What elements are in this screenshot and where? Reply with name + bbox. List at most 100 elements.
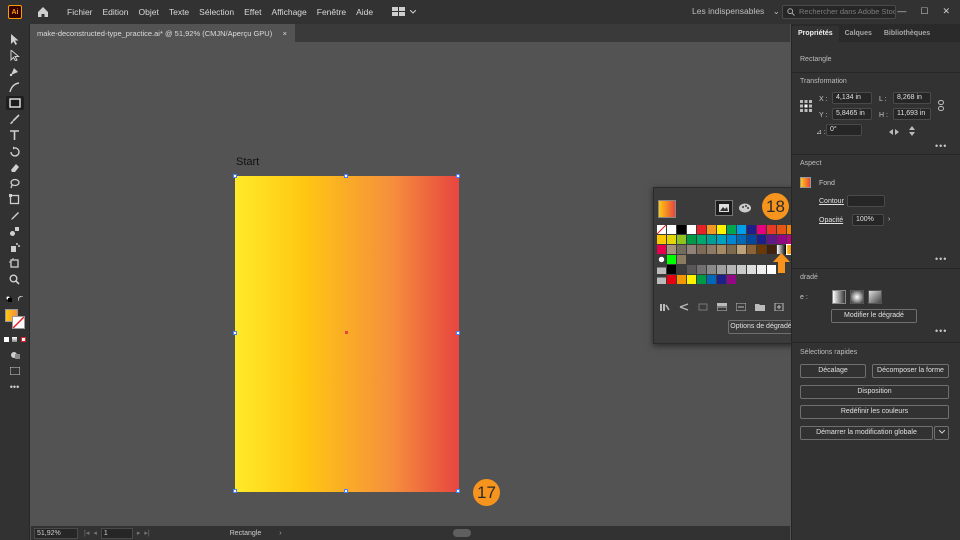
flip-vertical-icon[interactable] <box>908 126 916 136</box>
fill-stroke-swatch[interactable] <box>4 308 26 330</box>
color-swatch[interactable] <box>707 245 716 254</box>
color-swatch[interactable] <box>707 235 716 244</box>
color-swatch[interactable] <box>697 225 706 234</box>
color-swatch[interactable] <box>717 265 726 274</box>
menu-affichage[interactable]: Affichage <box>266 7 311 17</box>
radial-gradient-button[interactable] <box>850 290 864 304</box>
add-selected-colors-icon[interactable] <box>736 303 746 311</box>
eyedropper-tool-icon[interactable] <box>6 208 24 222</box>
angle-field[interactable]: 0° <box>826 124 862 136</box>
color-swatch[interactable] <box>727 235 736 244</box>
color-swatch[interactable] <box>697 265 706 274</box>
screen-mode-icon[interactable] <box>6 364 24 378</box>
menu-aide[interactable]: Aide <box>351 7 378 17</box>
rotate-tool-icon[interactable] <box>6 144 24 158</box>
status-menu-icon[interactable]: › <box>279 530 281 537</box>
color-swatch[interactable] <box>727 275 736 284</box>
more-transform-options[interactable]: ••• <box>935 141 947 151</box>
color-swatch[interactable] <box>777 235 786 244</box>
gradient-options-button[interactable]: Options de dégradé <box>728 320 794 334</box>
default-colors-icon[interactable] <box>5 292 24 306</box>
stock-search-input[interactable]: Rechercher dans Adobe Stock <box>782 5 896 19</box>
last-artboard-icon[interactable]: ▸| <box>144 529 149 537</box>
eraser-tool-icon[interactable] <box>6 160 24 174</box>
color-group-icon[interactable] <box>717 303 727 311</box>
color-swatch[interactable] <box>747 245 756 254</box>
color-swatch[interactable] <box>687 235 696 244</box>
horizontal-scrollbar[interactable] <box>453 529 471 537</box>
global-edit-dropdown[interactable] <box>934 426 949 440</box>
recolor-button[interactable]: Redéfinir les couleurs <box>800 405 949 419</box>
swatch-libraries-menu-icon[interactable] <box>660 303 670 311</box>
color-swatch[interactable] <box>717 235 726 244</box>
height-field[interactable]: 11,693 in <box>893 108 931 120</box>
blend-tool-icon[interactable] <box>6 224 24 238</box>
zoom-tool-icon[interactable] <box>6 272 24 286</box>
type-tool-icon[interactable] <box>6 128 24 142</box>
color-swatch[interactable] <box>657 245 666 254</box>
color-swatch[interactable] <box>677 265 686 274</box>
color-swatch[interactable] <box>717 245 726 254</box>
more-tools-icon[interactable]: ••• <box>6 380 24 394</box>
color-swatch[interactable] <box>657 255 666 264</box>
menu-texte[interactable]: Texte <box>164 7 194 17</box>
color-swatch[interactable] <box>737 245 746 254</box>
color-swatch[interactable] <box>767 225 776 234</box>
edit-gradient-button[interactable]: Modifier le dégradé <box>831 309 917 323</box>
color-swatch[interactable] <box>757 235 766 244</box>
color-swatch[interactable] <box>777 225 786 234</box>
menu-selection[interactable]: Sélection <box>194 7 239 17</box>
tab-libraries[interactable]: Bibliothèques <box>878 26 936 42</box>
show-swatch-kinds-icon[interactable] <box>679 303 689 311</box>
color-swatch[interactable] <box>687 225 696 234</box>
previous-artboard-icon[interactable]: ◂ <box>93 529 97 537</box>
color-swatch[interactable] <box>667 275 676 284</box>
color-swatch[interactable] <box>697 235 706 244</box>
color-swatch[interactable] <box>687 245 696 254</box>
color-swatch[interactable] <box>657 225 666 234</box>
color-swatch[interactable] <box>757 245 766 254</box>
next-artboard-icon[interactable]: ▸ <box>137 529 141 537</box>
fill-color-swatch[interactable] <box>800 177 811 188</box>
lasso-tool-icon[interactable] <box>6 176 24 190</box>
pen-tool-icon[interactable] <box>6 64 24 78</box>
color-swatch[interactable] <box>707 275 716 284</box>
color-swatch[interactable] <box>767 235 776 244</box>
more-appearance-options[interactable]: ••• <box>935 254 947 264</box>
artboard-tool-icon[interactable] <box>6 256 24 270</box>
tab-properties[interactable]: Propriétés <box>792 26 839 42</box>
color-swatch[interactable] <box>747 225 756 234</box>
artboard-number-field[interactable]: 1 <box>100 527 133 539</box>
color-swatch[interactable] <box>657 235 666 244</box>
document-tab[interactable]: make-deconstructed-type_practice.ai* @ 5… <box>31 24 295 42</box>
maximize-button[interactable]: ☐ <box>920 6 928 17</box>
selection-handle[interactable] <box>344 489 348 493</box>
color-swatch[interactable] <box>667 265 676 274</box>
close-tab-icon[interactable]: × <box>283 29 287 38</box>
swatch-options-icon[interactable] <box>698 303 708 311</box>
color-swatch[interactable] <box>757 265 766 274</box>
reference-point-icon[interactable] <box>800 100 812 112</box>
new-swatch-icon[interactable] <box>774 303 784 311</box>
color-swatch[interactable] <box>697 245 706 254</box>
opacity-label[interactable]: Opacité <box>819 217 843 224</box>
free-transform-tool-icon[interactable] <box>6 192 24 206</box>
color-mode-icons[interactable] <box>3 332 26 346</box>
more-gradient-options[interactable]: ••• <box>935 326 947 336</box>
curvature-tool-icon[interactable] <box>6 80 24 94</box>
color-swatch[interactable] <box>737 265 746 274</box>
start-global-edit-button[interactable]: Démarrer la modification globale <box>800 426 933 440</box>
color-swatch[interactable] <box>687 275 696 284</box>
y-field[interactable]: 5,8465 in <box>832 108 872 120</box>
color-swatch[interactable] <box>677 245 686 254</box>
color-swatch[interactable] <box>717 275 726 284</box>
zoom-field[interactable]: 51,92% <box>34 527 78 539</box>
color-swatch[interactable] <box>727 245 736 254</box>
color-swatch[interactable] <box>757 225 766 234</box>
color-swatch[interactable] <box>667 235 676 244</box>
opacity-field[interactable]: 100% <box>852 214 884 226</box>
color-swatch[interactable] <box>677 225 686 234</box>
menu-effet[interactable]: Effet <box>239 7 266 17</box>
selection-handle[interactable] <box>456 331 460 335</box>
symbol-sprayer-tool-icon[interactable] <box>6 240 24 254</box>
